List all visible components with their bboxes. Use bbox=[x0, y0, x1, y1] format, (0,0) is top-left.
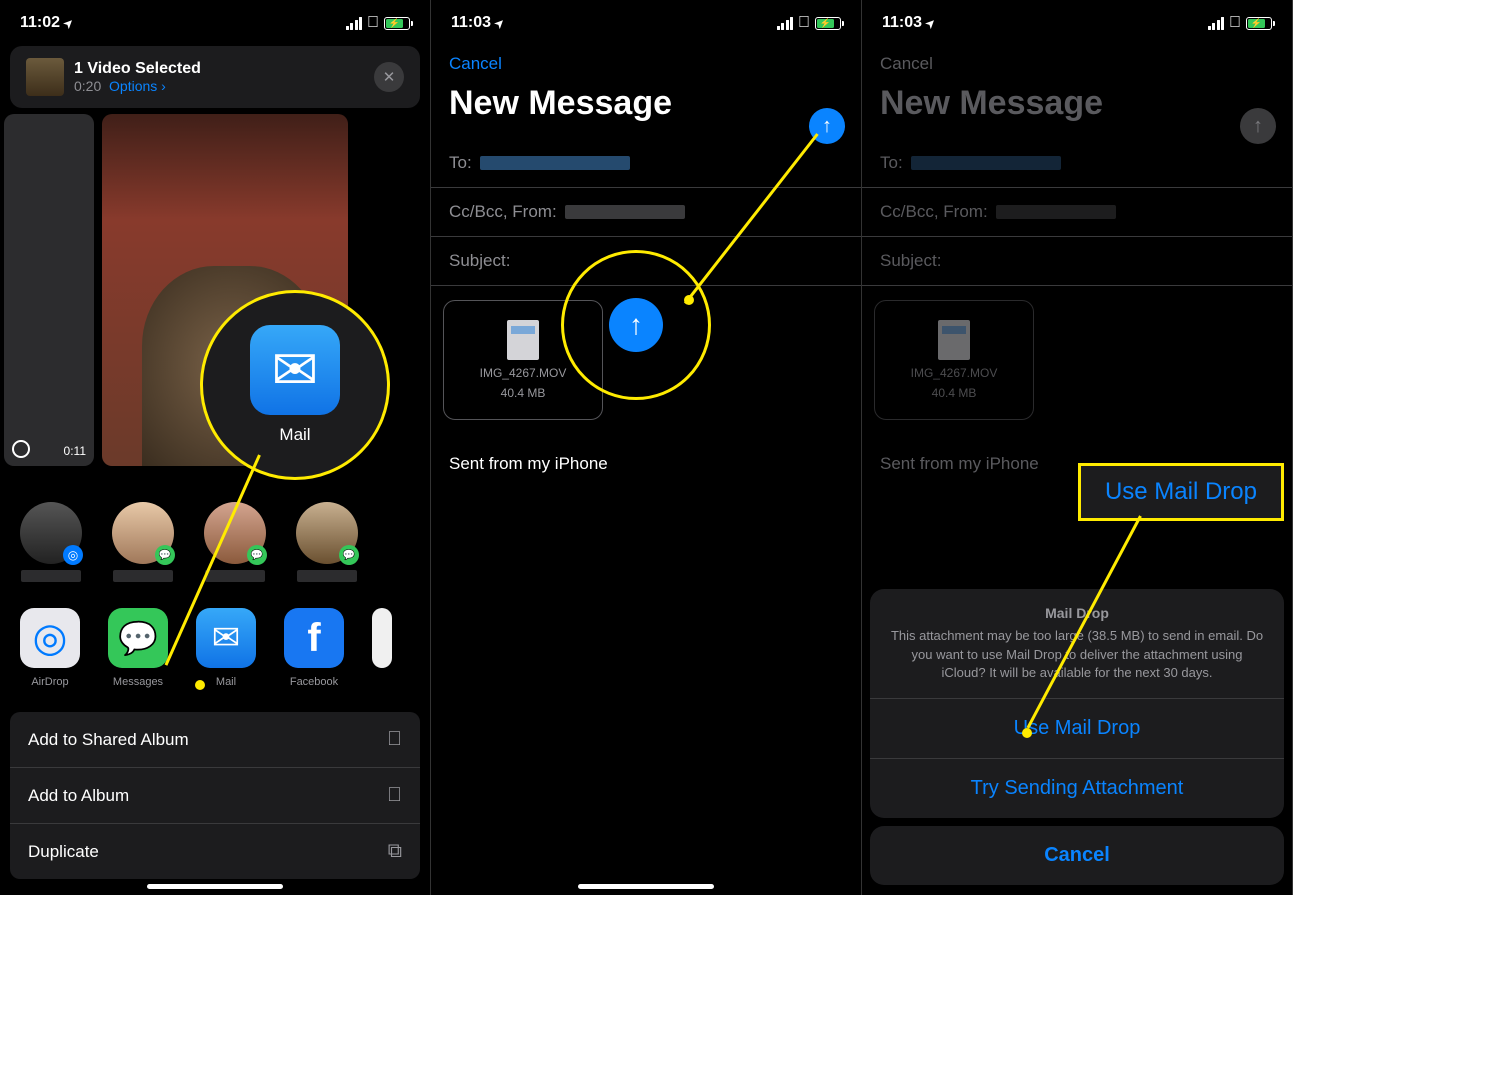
use-mail-drop-button[interactable]: Use Mail Drop bbox=[870, 698, 1284, 758]
callout-dot bbox=[684, 295, 694, 305]
shared-album-icon: 􀈸 bbox=[387, 728, 402, 751]
close-button[interactable]: ✕ bbox=[374, 62, 404, 92]
location-icon bbox=[495, 14, 504, 32]
mail-icon bbox=[196, 608, 256, 668]
compose-title: New Message bbox=[431, 74, 861, 139]
app-mail[interactable]: Mail bbox=[196, 608, 256, 688]
battery-icon bbox=[384, 17, 410, 30]
wifi-icon: 􀙇 bbox=[798, 14, 810, 32]
location-icon bbox=[926, 14, 935, 32]
subject-field: Subject: bbox=[862, 237, 1292, 286]
callout-dot bbox=[1022, 728, 1032, 738]
action-add-album[interactable]: Add to Album􀈸 bbox=[10, 768, 420, 824]
attachment: IMG_4267.MOV 40.4 MB bbox=[874, 300, 1034, 420]
subject-field[interactable]: Subject: bbox=[431, 237, 861, 286]
battery-icon bbox=[1246, 17, 1272, 30]
video-card[interactable]: 0:11 bbox=[4, 114, 94, 466]
status-time: 11:03 bbox=[882, 14, 922, 32]
selection-thumbnail bbox=[26, 58, 64, 96]
app-airdrop[interactable]: AirDrop bbox=[20, 608, 80, 688]
contact-item[interactable] bbox=[112, 502, 174, 582]
contacts-row bbox=[0, 486, 430, 590]
status-time: 11:02 bbox=[20, 14, 60, 32]
compose-title: New Message bbox=[862, 74, 1292, 139]
signature: Sent from my iPhone bbox=[431, 434, 861, 494]
video-file-icon bbox=[938, 320, 970, 360]
to-field: To: bbox=[862, 139, 1292, 188]
contact-item[interactable] bbox=[20, 502, 82, 582]
action-duplicate[interactable]: Duplicate⧉ bbox=[10, 824, 420, 879]
facebook-icon bbox=[284, 608, 344, 668]
status-bar: 11:03 􀙇 bbox=[862, 0, 1292, 40]
album-icon: 􀈸 bbox=[387, 784, 402, 807]
share-header: 1 Video Selected 0:20 Options › ✕ bbox=[10, 46, 420, 108]
selection-title: 1 Video Selected bbox=[74, 60, 374, 78]
signal-icon bbox=[1208, 17, 1225, 30]
signal-icon bbox=[346, 17, 363, 30]
message-body[interactable]: IMG_4267.MOV 40.4 MB bbox=[431, 286, 861, 434]
attachment[interactable]: IMG_4267.MOV 40.4 MB bbox=[443, 300, 603, 420]
ccbcc-field[interactable]: Cc/Bcc, From: bbox=[431, 188, 861, 237]
sheet-title: Mail Drop bbox=[890, 605, 1264, 621]
action-add-shared-album[interactable]: Add to Shared Album􀈸 bbox=[10, 712, 420, 768]
airdrop-icon bbox=[20, 608, 80, 668]
battery-icon bbox=[815, 17, 841, 30]
cancel-button[interactable]: Cancel bbox=[431, 40, 861, 74]
video-card-selected[interactable] bbox=[102, 114, 348, 466]
video-file-icon bbox=[507, 320, 539, 360]
signal-icon bbox=[777, 17, 794, 30]
screen-share-sheet: 11:02 􀙇 1 Video Selected 0:20 Options › … bbox=[0, 0, 431, 895]
home-indicator[interactable] bbox=[147, 884, 283, 889]
home-indicator[interactable] bbox=[578, 884, 714, 889]
sheet-cancel-button[interactable]: Cancel bbox=[870, 826, 1284, 885]
app-more[interactable] bbox=[372, 608, 392, 688]
status-bar: 11:02 􀙇 bbox=[0, 0, 430, 40]
wifi-icon: 􀙇 bbox=[367, 14, 379, 32]
try-sending-button[interactable]: Try Sending Attachment bbox=[870, 758, 1284, 818]
app-messages[interactable]: Messages bbox=[108, 608, 168, 688]
apps-row: AirDrop Messages Mail Facebook bbox=[0, 590, 430, 700]
callout-dot bbox=[195, 680, 205, 690]
wifi-icon: 􀙇 bbox=[1229, 14, 1241, 32]
to-field[interactable]: To: bbox=[431, 139, 861, 188]
options-link[interactable]: Options › bbox=[109, 78, 166, 94]
video-preview-row[interactable]: 0:11 bbox=[0, 114, 430, 466]
screen-mail-drop-prompt: 11:03 􀙇 Cancel New Message ↑ To: Cc/Bcc,… bbox=[862, 0, 1293, 895]
send-button: ↑ bbox=[1240, 108, 1276, 144]
sheet-header: Mail Drop This attachment may be too lar… bbox=[870, 589, 1284, 698]
actions-list: Add to Shared Album􀈸 Add to Album􀈸 Dupli… bbox=[10, 712, 420, 879]
callout-mail-drop: Use Mail Drop bbox=[1078, 463, 1284, 521]
selection-duration: 0:20 bbox=[74, 78, 101, 94]
more-icon bbox=[372, 608, 392, 668]
cancel-button: Cancel bbox=[862, 40, 1292, 74]
location-icon bbox=[64, 14, 73, 32]
message-body: IMG_4267.MOV 40.4 MB bbox=[862, 286, 1292, 434]
app-facebook[interactable]: Facebook bbox=[284, 608, 344, 688]
contact-item[interactable] bbox=[296, 502, 358, 582]
messages-icon bbox=[108, 608, 168, 668]
status-time: 11:03 bbox=[451, 14, 491, 32]
ccbcc-field: Cc/Bcc, From: bbox=[862, 188, 1292, 237]
screen-new-message: 11:03 􀙇 Cancel New Message ↑ To: Cc/Bcc,… bbox=[431, 0, 862, 895]
contact-item[interactable] bbox=[204, 502, 266, 582]
status-bar: 11:03 􀙇 bbox=[431, 0, 861, 40]
duplicate-icon: ⧉ bbox=[388, 840, 402, 863]
